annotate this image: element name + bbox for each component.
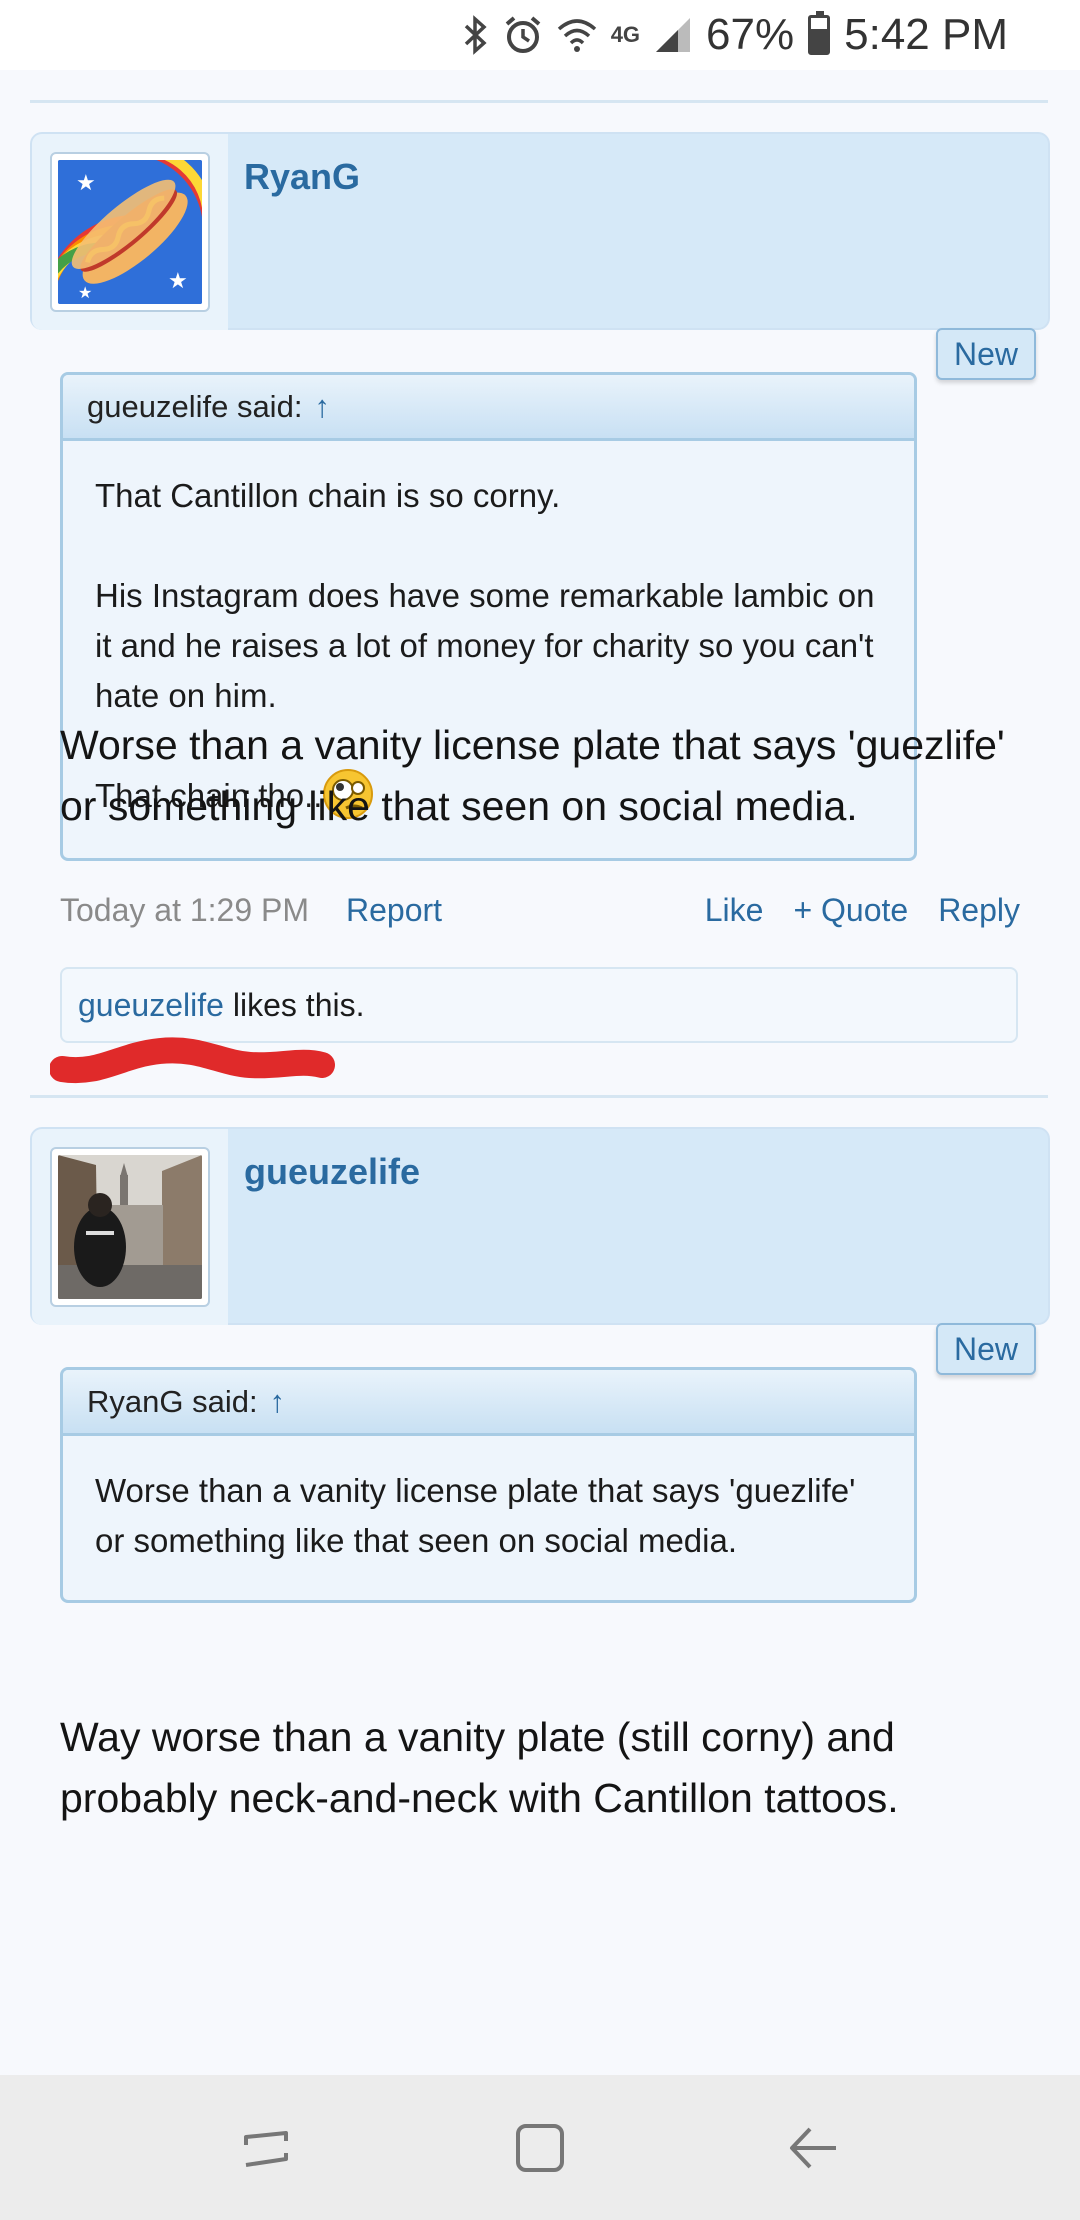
post-user-header: ★ ★ ★ RyanG (30, 132, 1050, 330)
avatar-frame: ★ ★ ★ (32, 134, 228, 330)
recent-apps-icon (243, 2130, 288, 2167)
red-scribble-annotation (50, 1037, 335, 1084)
post-actions: Like + Quote Reply (705, 892, 1020, 929)
post-username[interactable]: gueuzelife (244, 1151, 420, 1193)
avatar[interactable] (50, 1147, 210, 1307)
bluetooth-icon (463, 13, 489, 57)
battery-icon (808, 11, 831, 57)
post-user-header: gueuzelife (30, 1127, 1050, 1325)
quote-paragraph: Worse than a vanity license plate that s… (95, 1472, 856, 1559)
system-nav-bar (0, 2075, 1080, 2220)
wifi-icon (557, 13, 597, 57)
quote-link[interactable]: + Quote (793, 892, 908, 929)
quote-author: RyanG said: (87, 1383, 258, 1419)
avatar[interactable]: ★ ★ ★ (50, 152, 210, 312)
quote-body: Worse than a vanity license plate that s… (63, 1436, 914, 1600)
status-bar: 4G 67% 5:42 PM (0, 0, 1080, 70)
post-message: Worse than a vanity license plate that s… (60, 722, 1005, 829)
reply-link[interactable]: Reply (938, 892, 1020, 929)
new-badge: New (936, 328, 1036, 380)
recent-apps-button[interactable] (232, 2113, 302, 2183)
post-date[interactable]: Today at 1:29 PM (60, 892, 309, 929)
signal-icon (654, 13, 692, 57)
post-username[interactable]: RyanG (244, 156, 360, 198)
avatar-frame (32, 1129, 228, 1325)
back-arrow-icon (790, 2127, 837, 2168)
jump-to-quote-icon[interactable]: ↑ (314, 389, 330, 425)
quote-header: RyanG said: ↑ (63, 1370, 914, 1436)
likes-summary: gueuzelife likes this. (60, 967, 1018, 1043)
post-meta-row: Today at 1:29 PM Report Like + Quote Rep… (60, 892, 1020, 942)
svg-text:★: ★ (168, 268, 188, 293)
hotdog-avatar-image: ★ ★ ★ (58, 160, 202, 304)
thread-page: ★ ★ ★ RyanG New gueuzelife said: ↑ That … (0, 70, 1080, 2075)
new-badge: New (936, 1323, 1036, 1375)
street-photo-avatar-image (58, 1155, 202, 1299)
likes-suffix: likes this. (232, 986, 365, 1023)
post-divider (30, 1095, 1048, 1098)
svg-text:★: ★ (78, 285, 92, 302)
clock: 5:42 PM (844, 10, 1008, 59)
quote-block: RyanG said: ↑ Worse than a vanity licens… (60, 1367, 917, 1603)
alarm-icon (503, 13, 543, 57)
jump-to-quote-icon[interactable]: ↑ (270, 1384, 286, 1420)
like-link[interactable]: Like (705, 892, 764, 929)
quote-paragraph: His Instagram does have some remarkable … (95, 577, 875, 714)
report-link[interactable]: Report (346, 892, 442, 929)
battery-percent: 67% (706, 10, 795, 59)
quote-header: gueuzelife said: ↑ (63, 375, 914, 441)
svg-text:★: ★ (76, 170, 96, 195)
network-type-label: 4G (610, 22, 641, 47)
post-message: Way worse than a vanity plate (still cor… (60, 1714, 899, 1821)
back-button[interactable] (778, 2113, 848, 2183)
home-button[interactable] (505, 2113, 575, 2183)
post-divider (30, 100, 1048, 103)
quote-author: gueuzelife said: (87, 388, 303, 424)
liker-link[interactable]: gueuzelife (78, 987, 224, 1024)
home-icon (515, 2123, 564, 2172)
quote-paragraph: That Cantillon chain is so corny. (95, 477, 561, 514)
